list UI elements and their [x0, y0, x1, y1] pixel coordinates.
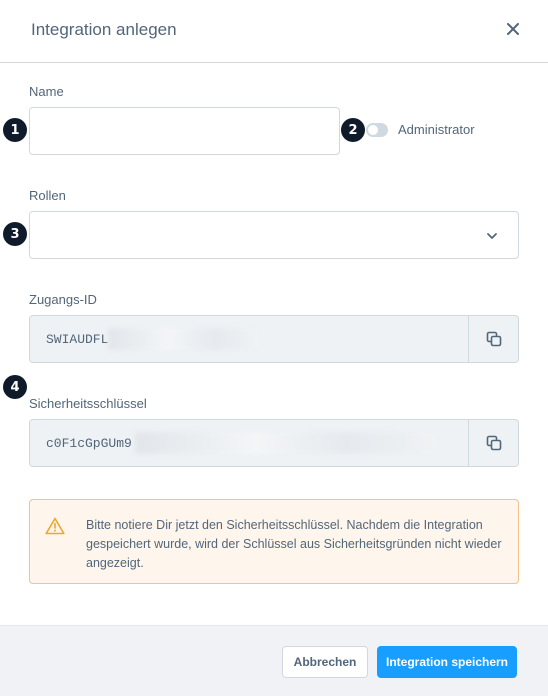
secret-key-value: c0F1cGpGUm9: [46, 436, 132, 451]
modal-header: Integration anlegen: [0, 0, 548, 63]
warning-alert: Bitte notiere Dir jetzt den Sicherheitss…: [29, 499, 519, 584]
access-id-value: SWIAUDFL: [46, 332, 109, 347]
warning-text: Bitte notiere Dir jetzt den Sicherheitss…: [86, 518, 502, 570]
secret-key-field[interactable]: c0F1cGpGUm9: [29, 419, 519, 467]
administrator-toggle[interactable]: [366, 123, 388, 137]
access-id-label: Zugangs-ID: [29, 292, 97, 307]
step-marker-4: 4: [3, 375, 27, 399]
secret-key-label: Sicherheitsschlüssel: [29, 396, 147, 411]
name-label: Name: [29, 84, 64, 99]
copy-secret-key-button[interactable]: [468, 420, 518, 466]
access-id-field[interactable]: SWIAUDFL: [29, 315, 519, 363]
close-icon: [507, 23, 519, 35]
name-field-wrapper: [29, 107, 340, 155]
close-button[interactable]: [500, 16, 526, 42]
redacted-region: [108, 328, 260, 350]
administrator-label: Administrator: [398, 122, 475, 137]
step-marker-3: 3: [3, 222, 27, 246]
name-input[interactable]: [30, 108, 339, 154]
roles-select[interactable]: [29, 211, 519, 259]
save-integration-button[interactable]: Integration speichern: [377, 646, 517, 678]
cancel-button[interactable]: Abbrechen: [282, 646, 368, 678]
copy-icon: [486, 331, 501, 347]
chevron-down-icon: [487, 233, 497, 239]
copy-access-id-button[interactable]: [468, 316, 518, 362]
copy-icon: [486, 435, 501, 451]
roles-label: Rollen: [29, 188, 66, 203]
step-marker-1: 1: [3, 118, 27, 142]
modal-title: Integration anlegen: [31, 20, 177, 39]
warning-icon: [45, 517, 65, 535]
modal-footer: Abbrechen Integration speichern: [0, 625, 548, 696]
toggle-knob: [368, 125, 378, 135]
redacted-region: [135, 432, 437, 454]
step-marker-2: 2: [341, 118, 365, 142]
